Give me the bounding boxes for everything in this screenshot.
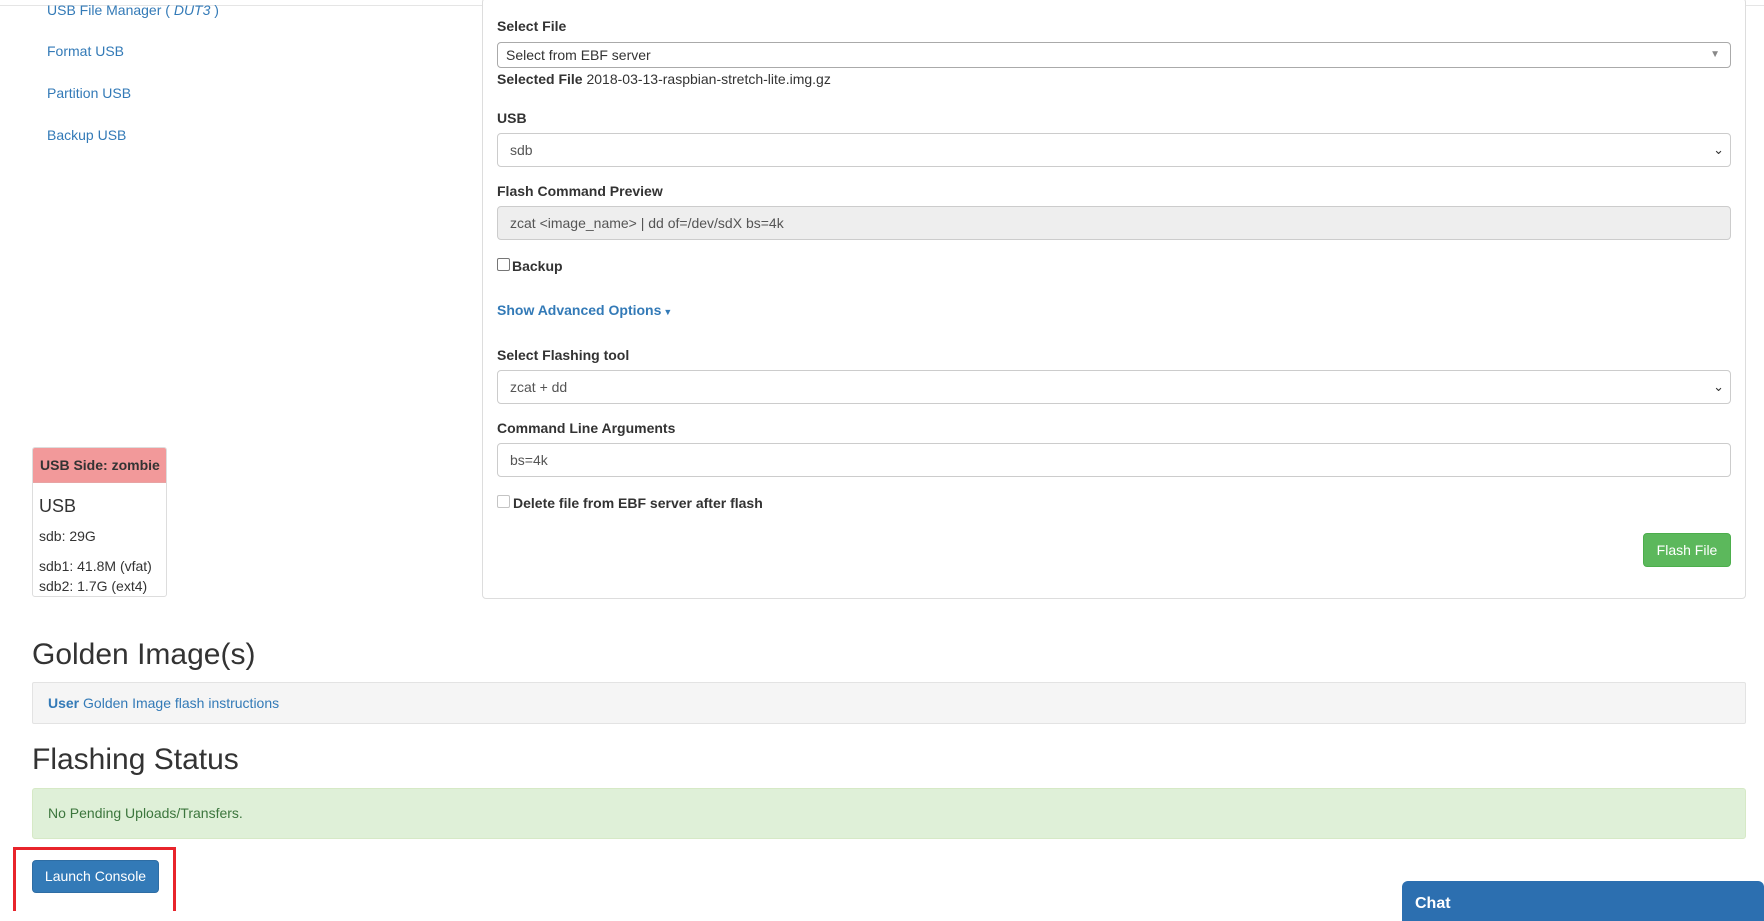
chat-label: Chat xyxy=(1415,895,1451,912)
golden-images-heading: Golden Image(s) xyxy=(32,638,256,671)
sidebar-link-usb-file-manager[interactable]: USB File Manager ( DUT3 ) xyxy=(47,1,219,19)
usb-partition-2: sdb2: 1.7G (ext4) xyxy=(39,578,148,594)
link-text: USB File Manager ( xyxy=(47,2,170,18)
select-flashing-tool-label: Select Flashing tool xyxy=(497,347,630,363)
select-file-label: Select File xyxy=(497,18,567,34)
command-line-arguments-input[interactable]: bs=4k xyxy=(497,443,1731,477)
usb-partition-1: sdb1: 41.8M (vfat) xyxy=(39,558,152,574)
golden-image-well: User Golden Image flash instructions xyxy=(32,682,1746,724)
flash-file-button[interactable]: Flash File xyxy=(1643,533,1731,567)
backup-checkbox[interactable] xyxy=(497,258,510,271)
usb-device-size: sdb: 29G xyxy=(39,528,96,544)
chevron-down-icon: ⌄ xyxy=(1713,142,1724,157)
link-suffix: ) xyxy=(214,2,219,18)
dropdown-caret-icon: ▼ xyxy=(1710,49,1720,60)
selected-file-name: 2018-03-13-raspbian-stretch-lite.img.gz xyxy=(586,71,831,87)
golden-image-instructions-link[interactable]: Golden Image flash instructions xyxy=(83,695,279,711)
select-file-value: Select from EBF server xyxy=(506,47,651,63)
sidebar-link-partition-usb[interactable]: Partition USB xyxy=(47,84,131,102)
flash-command-preview-field: zcat <image_name> | dd of=/dev/sdX bs=4k xyxy=(497,206,1731,240)
backup-label: Backup xyxy=(512,258,563,274)
advanced-options-text: Show Advanced Options xyxy=(497,302,662,318)
user-label: User xyxy=(48,695,80,711)
usb-label: USB xyxy=(497,110,527,126)
sidebar-link-backup-usb[interactable]: Backup USB xyxy=(47,126,126,144)
caret-down-icon: ▼ xyxy=(663,307,673,317)
delete-file-checkbox[interactable] xyxy=(497,495,510,508)
launch-console-button[interactable]: Launch Console xyxy=(32,860,159,893)
chevron-down-icon: ⌄ xyxy=(1713,379,1724,394)
select-file-dropdown[interactable]: Select from EBF server ▼ xyxy=(497,42,1731,68)
usb-side-header: USB Side: zombie xyxy=(33,448,166,483)
flashing-status-alert: No Pending Uploads/Transfers. xyxy=(32,788,1746,839)
usb-select-value: sdb xyxy=(510,142,533,158)
usb-select[interactable]: sdb ⌄ xyxy=(497,133,1731,167)
dut-label: DUT3 xyxy=(173,2,211,18)
show-advanced-options-link[interactable]: Show Advanced Options ▼ xyxy=(497,302,672,321)
command-line-arguments-label: Command Line Arguments xyxy=(497,420,676,436)
usb-panel-title: USB xyxy=(39,496,77,516)
usb-status-panel: USB Side: zombie USB sdb: 29G sdb1: 41.8… xyxy=(32,447,167,597)
delete-file-label: Delete file from EBF server after flash xyxy=(513,495,763,511)
selected-file-label: Selected File xyxy=(497,71,583,87)
sidebar-link-format-usb[interactable]: Format USB xyxy=(47,42,124,60)
selected-file-info: Selected File 2018-03-13-raspbian-stretc… xyxy=(497,71,831,87)
flashing-tool-value: zcat + dd xyxy=(510,379,568,395)
flashing-tool-select[interactable]: zcat + dd ⌄ xyxy=(497,370,1731,404)
flash-command-preview-label: Flash Command Preview xyxy=(497,183,663,199)
flashing-status-heading: Flashing Status xyxy=(32,743,239,776)
chat-widget[interactable]: Chat xyxy=(1402,881,1764,921)
